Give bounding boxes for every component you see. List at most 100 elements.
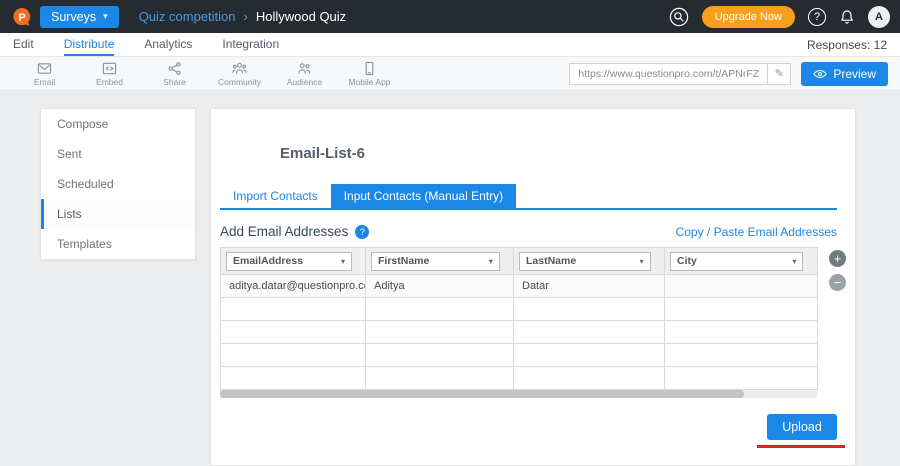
- cell-city[interactable]: [665, 367, 818, 390]
- sidebar-item-lists[interactable]: Lists: [41, 199, 195, 229]
- topbar: P Surveys ▾ Quiz competition › Hollywood…: [0, 0, 900, 33]
- notifications-bell-icon[interactable]: [839, 9, 855, 25]
- surveys-menu-button[interactable]: Surveys ▾: [40, 6, 119, 28]
- breadcrumb-parent-link[interactable]: Quiz competition: [139, 9, 236, 24]
- cell-city[interactable]: [665, 321, 818, 344]
- annotation-underline: [757, 445, 845, 448]
- horizontal-scrollbar[interactable]: [220, 390, 817, 398]
- cell-email[interactable]: [221, 367, 366, 390]
- cell-lastname[interactable]: [514, 298, 665, 321]
- sidebar-item-scheduled[interactable]: Scheduled: [41, 169, 195, 199]
- copy-paste-emails-link[interactable]: Copy / Paste Email Addresses: [676, 225, 837, 239]
- survey-url-text: https://www.questionpro.com/t/APNrFZ: [578, 68, 759, 80]
- questionpro-logo-icon: P: [12, 7, 32, 27]
- community-icon: [232, 61, 247, 76]
- survey-url-group: https://www.questionpro.com/t/APNrFZ ✎ P…: [569, 62, 888, 86]
- cell-email[interactable]: [221, 298, 366, 321]
- breadcrumb-separator: ›: [244, 9, 248, 24]
- chevron-down-icon: ▾: [489, 257, 493, 266]
- tab-distribute[interactable]: Distribute: [64, 33, 115, 56]
- eye-icon: [813, 69, 827, 79]
- channel-mobile-app[interactable]: Mobile App: [337, 61, 402, 87]
- preview-label: Preview: [833, 67, 876, 81]
- avatar[interactable]: A: [868, 6, 890, 28]
- embed-icon: [102, 61, 117, 76]
- table-row: [221, 367, 818, 390]
- cell-firstname[interactable]: [366, 298, 514, 321]
- tab-edit[interactable]: Edit: [13, 33, 34, 56]
- cell-lastname[interactable]: [514, 367, 665, 390]
- upload-area: Upload: [220, 414, 837, 448]
- breadcrumb: Quiz competition › Hollywood Quiz: [139, 9, 347, 24]
- email-icon: [37, 61, 52, 76]
- column-select-city[interactable]: City ▾: [670, 252, 803, 271]
- channel-email[interactable]: Email: [12, 61, 77, 87]
- column-select-value: EmailAddress: [233, 255, 303, 267]
- table-row: [221, 298, 818, 321]
- remove-row-button[interactable]: −: [829, 274, 846, 291]
- surveys-menu-label: Surveys: [51, 10, 96, 24]
- tab-analytics[interactable]: Analytics: [144, 33, 192, 56]
- distribute-toolbar: Email Embed Share Community: [0, 57, 900, 91]
- column-select-value: LastName: [526, 255, 576, 267]
- column-header: LastName ▾: [514, 248, 665, 275]
- sidebar-item-templates[interactable]: Templates: [41, 229, 195, 259]
- contacts-table-zone: EmailAddress ▾ FirstName ▾: [220, 247, 837, 398]
- cell-firstname[interactable]: [366, 344, 514, 367]
- cell-firstname[interactable]: Aditya: [366, 275, 514, 298]
- cell-firstname[interactable]: [366, 321, 514, 344]
- column-header: City ▾: [665, 248, 818, 275]
- chevron-down-icon: ▾: [103, 12, 108, 21]
- cell-email[interactable]: aditya.datar@questionpro.com: [221, 275, 366, 298]
- cell-city[interactable]: [665, 344, 818, 367]
- channel-label: Community: [218, 77, 261, 87]
- upload-button[interactable]: Upload: [767, 414, 837, 440]
- cell-lastname[interactable]: Datar: [514, 275, 665, 298]
- tab-import-contacts[interactable]: Import Contacts: [220, 184, 331, 208]
- upgrade-now-button[interactable]: Upgrade Now: [702, 6, 795, 28]
- cell-lastname[interactable]: [514, 321, 665, 344]
- column-select-value: City: [677, 255, 697, 267]
- breadcrumb-current: Hollywood Quiz: [256, 9, 346, 24]
- channel-share[interactable]: Share: [142, 61, 207, 87]
- preview-button[interactable]: Preview: [801, 62, 888, 86]
- svg-text:P: P: [18, 12, 25, 24]
- add-row-button[interactable]: +: [829, 250, 846, 267]
- tab-integration[interactable]: Integration: [222, 33, 279, 56]
- cell-email[interactable]: [221, 321, 366, 344]
- pencil-icon: ✎: [775, 67, 784, 80]
- column-select-lastname[interactable]: LastName ▾: [519, 252, 651, 271]
- cell-city[interactable]: [665, 275, 818, 298]
- questionpro-logo: P: [12, 7, 32, 27]
- channel-embed[interactable]: Embed: [77, 61, 142, 87]
- cell-email[interactable]: [221, 344, 366, 367]
- column-select-emailaddress[interactable]: EmailAddress ▾: [226, 252, 352, 271]
- cell-firstname[interactable]: [366, 367, 514, 390]
- table-row: [221, 321, 818, 344]
- email-sidebar: Compose Sent Scheduled Lists Templates: [40, 108, 196, 260]
- row-buttons: + −: [829, 247, 846, 291]
- channel-label: Mobile App: [348, 77, 390, 87]
- edit-url-button[interactable]: ✎: [767, 63, 791, 85]
- cell-city[interactable]: [665, 298, 818, 321]
- cell-lastname[interactable]: [514, 344, 665, 367]
- channel-label: Audience: [287, 77, 322, 87]
- questionpro-app: P Surveys ▾ Quiz competition › Hollywood…: [0, 0, 900, 466]
- channel-label: Embed: [96, 77, 123, 87]
- search-icon[interactable]: [669, 7, 689, 27]
- share-icon: [167, 61, 182, 76]
- table-row: aditya.datar@questionpro.com Aditya Data…: [221, 275, 818, 298]
- sidebar-item-sent[interactable]: Sent: [41, 139, 195, 169]
- column-select-firstname[interactable]: FirstName ▾: [371, 252, 500, 271]
- chevron-down-icon: ▾: [640, 257, 644, 266]
- help-icon[interactable]: ?: [808, 8, 826, 26]
- help-tooltip-icon[interactable]: ?: [355, 225, 369, 239]
- survey-url-input[interactable]: https://www.questionpro.com/t/APNrFZ: [569, 63, 767, 85]
- sidebar-item-compose[interactable]: Compose: [41, 109, 195, 139]
- scrollbar-thumb[interactable]: [220, 390, 744, 398]
- channel-audience[interactable]: Audience: [272, 61, 337, 87]
- tab-input-contacts-manual[interactable]: Input Contacts (Manual Entry): [331, 184, 516, 208]
- survey-nav: Edit Distribute Analytics Integration Re…: [0, 33, 900, 57]
- email-list-panel: Email-List-6 Import Contacts Input Conta…: [210, 108, 856, 466]
- channel-community[interactable]: Community: [207, 61, 272, 87]
